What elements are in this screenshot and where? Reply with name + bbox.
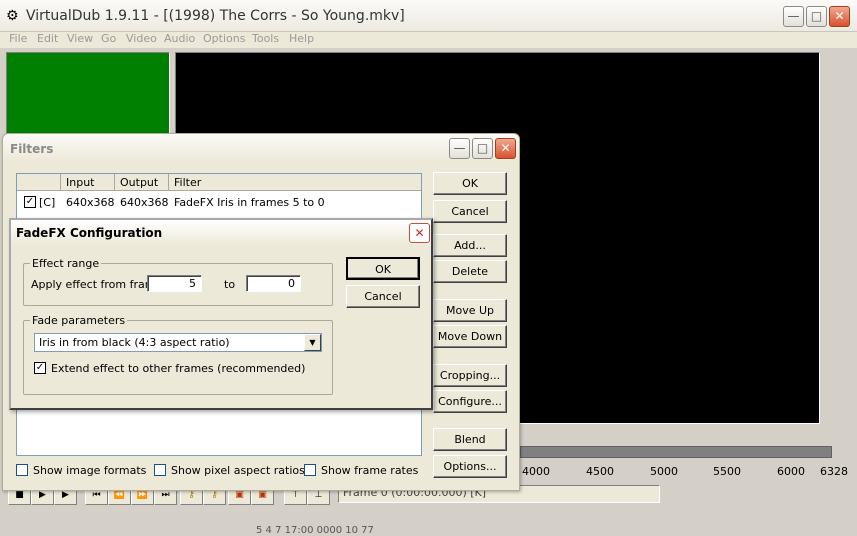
table-row[interactable]: ✓ [C] 640x368 640x368 FadeFX Iris in fra…	[17, 194, 421, 210]
show-image-formats-label: Show image formats	[33, 464, 147, 477]
fade-parameters-group	[23, 320, 333, 395]
menu-audio[interactable]: Audio	[164, 32, 195, 45]
filters-cancel-button[interactable]: Cancel	[433, 200, 507, 223]
extend-effect-label: Extend effect to other frames (recommend…	[51, 362, 306, 375]
to-label: to	[224, 278, 236, 291]
menu-bar: File Edit View Go Video Audio Options To…	[0, 32, 857, 48]
configure-button[interactable]: Configure...	[433, 390, 507, 413]
effect-range-label: Effect range	[30, 257, 102, 270]
fadefx-dialog: FadeFX Configuration ✕ Effect range Appl…	[9, 218, 433, 410]
show-pixel-aspect-checkbox[interactable]	[154, 464, 166, 476]
cropping-button[interactable]: Cropping...	[433, 364, 507, 387]
from-frame-input[interactable]: 5	[147, 275, 202, 292]
delete-filter-button[interactable]: Delete	[433, 260, 507, 283]
move-up-button[interactable]: Move Up	[433, 299, 507, 322]
fade-type-value: Iris in from black (4:3 aspect ratio)	[39, 336, 230, 349]
menu-go[interactable]: Go	[101, 32, 116, 45]
add-filter-button[interactable]: Add...	[433, 234, 507, 257]
filter-input-size: 640x368	[66, 196, 115, 209]
close-icon[interactable]: ✕	[495, 138, 516, 159]
blend-button[interactable]: Blend	[433, 428, 507, 451]
menu-edit[interactable]: Edit	[37, 32, 58, 45]
menu-video[interactable]: Video	[126, 32, 157, 45]
fadefx-cancel-button[interactable]: Cancel	[346, 285, 420, 308]
filter-name: FadeFX Iris in frames 5 to 0	[174, 196, 325, 209]
main-title-bar[interactable]: ⚙ VirtualDub 1.9.11 - [(1998) The Corrs …	[0, 0, 857, 32]
fadefx-ok-button[interactable]: OK	[346, 257, 420, 280]
app-icon: ⚙	[6, 8, 19, 24]
menu-file[interactable]: File	[9, 32, 27, 45]
timeline-track[interactable]	[520, 446, 832, 458]
column-divider	[114, 174, 115, 191]
show-image-formats-checkbox[interactable]	[16, 464, 28, 476]
show-frame-rates-checkbox[interactable]	[304, 464, 316, 476]
minimize-icon[interactable]: —	[783, 6, 804, 27]
window-title: VirtualDub 1.9.11 - [(1998) The Corrs - …	[26, 8, 405, 24]
close-icon[interactable]: ✕	[829, 6, 850, 27]
timeline-tick: 6328	[820, 465, 848, 478]
timeline-tick: 5500	[713, 465, 741, 478]
column-header-filter[interactable]: Filter	[174, 176, 201, 189]
to-frame-input[interactable]: 0	[246, 275, 301, 292]
column-divider	[60, 174, 61, 191]
filter-flag: [C]	[39, 196, 56, 209]
extend-effect-checkbox[interactable]: ✓	[34, 362, 46, 374]
minimize-icon[interactable]: —	[449, 138, 470, 159]
options-button[interactable]: Options...	[433, 455, 507, 478]
column-header-input[interactable]: Input	[66, 176, 94, 189]
maximize-icon[interactable]: □	[806, 6, 827, 27]
apply-from-label: Apply effect from frame	[31, 278, 163, 291]
timeline-tick: 4500	[586, 465, 614, 478]
fadefx-title: FadeFX Configuration	[16, 226, 163, 240]
fadefx-title-bar[interactable]: FadeFX Configuration ✕	[11, 220, 431, 246]
menu-view[interactable]: View	[67, 32, 93, 45]
show-frame-rates-label: Show frame rates	[321, 464, 419, 477]
menu-options[interactable]: Options	[203, 32, 245, 45]
show-pixel-aspect-label: Show pixel aspect ratios	[171, 464, 305, 477]
fade-parameters-label: Fade parameters	[30, 314, 128, 327]
column-divider	[168, 174, 169, 191]
filter-enable-checkbox[interactable]: ✓	[24, 196, 36, 208]
maximize-icon[interactable]: □	[472, 138, 493, 159]
move-down-button[interactable]: Move Down	[433, 325, 507, 348]
filters-ok-button[interactable]: OK	[433, 172, 507, 195]
filter-list-header: Input Output Filter	[17, 174, 421, 191]
filters-title-bar[interactable]: Filters — □ ✕	[3, 134, 519, 162]
timeline-tick: 5000	[650, 465, 678, 478]
chevron-down-icon[interactable]: ▼	[304, 334, 321, 351]
fade-type-select[interactable]: Iris in from black (4:3 aspect ratio) ▼	[34, 333, 322, 352]
menu-help[interactable]: Help	[289, 32, 314, 45]
filters-title: Filters	[10, 142, 54, 156]
menu-tools[interactable]: Tools	[252, 32, 279, 45]
timeline-tick: 4000	[522, 465, 550, 478]
filter-output-size: 640x368	[120, 196, 169, 209]
column-header-output[interactable]: Output	[120, 176, 158, 189]
timeline-tick: 6000	[777, 465, 805, 478]
close-icon[interactable]: ✕	[409, 223, 430, 243]
